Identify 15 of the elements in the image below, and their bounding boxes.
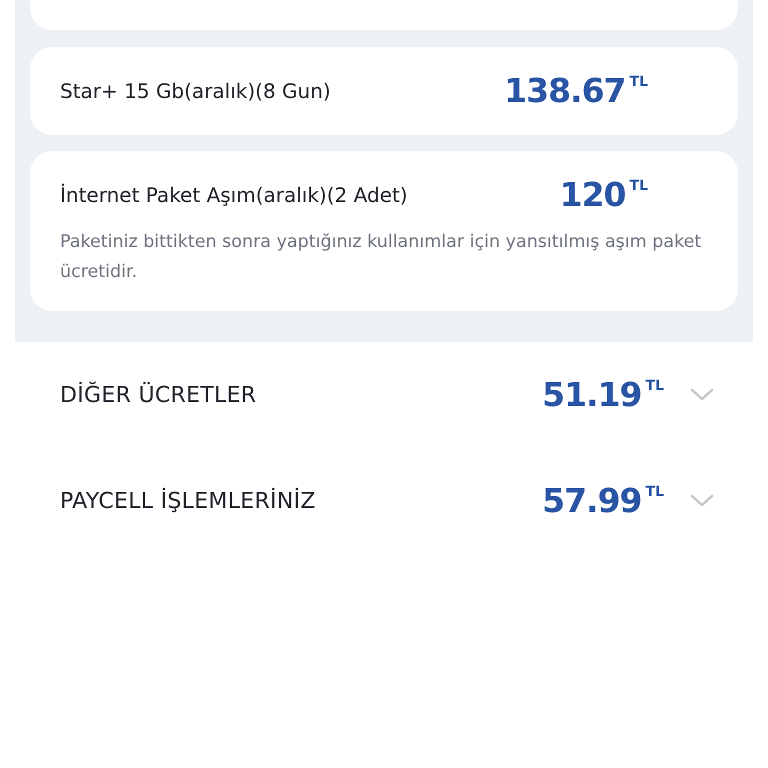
currency-label: TL — [646, 377, 664, 395]
section-title: DİĞER ÜCRETLER — [60, 382, 256, 408]
charge-description: Paketiniz bittikten sonra yaptığınız kullanımlar için yansıtılmış aşım paket ücretidir. — [60, 231, 702, 284]
currency-label: TL — [630, 177, 648, 195]
chevron-down-icon[interactable] — [690, 494, 714, 508]
currency-label: TL — [646, 483, 664, 501]
currency-label: TL — [630, 73, 648, 91]
amount: 57.99 — [542, 481, 642, 521]
charge-label: Star+ 15 Gb(aralık)(8 Gun) — [60, 79, 331, 103]
amount: 138.67 — [504, 71, 626, 111]
section-title: PAYCELL İŞLEMLERİNİZ — [60, 488, 316, 514]
chevron-down-icon[interactable] — [690, 388, 714, 402]
amount: 51.19 — [542, 375, 642, 415]
amount: 120 — [560, 175, 626, 215]
charge-label: İnternet Paket Aşım(aralık)(2 Adet) — [60, 183, 408, 207]
